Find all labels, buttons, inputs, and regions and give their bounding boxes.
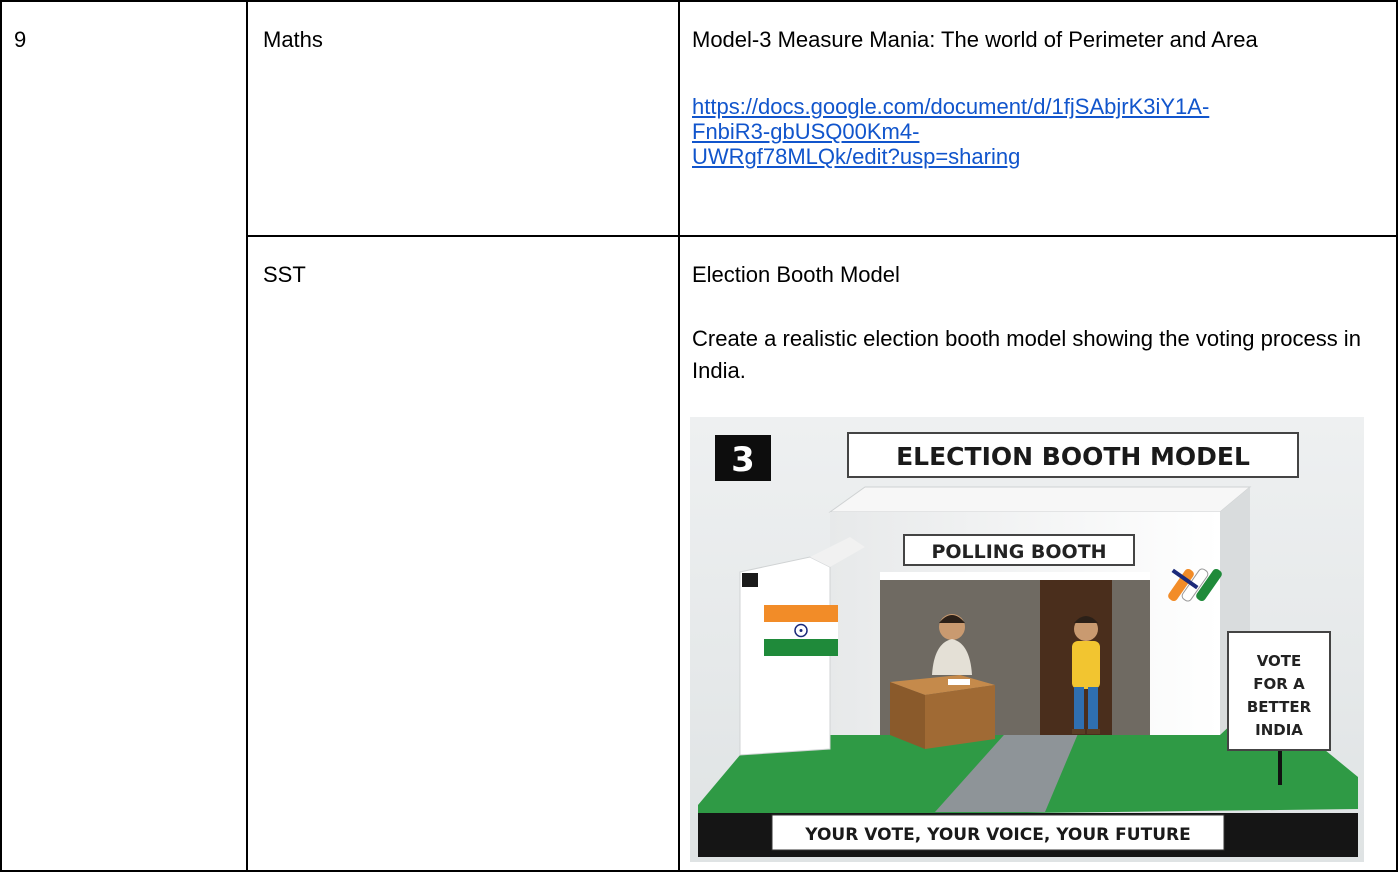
polling-booth-sign-text: POLLING BOOTH bbox=[931, 541, 1106, 563]
booth-roof bbox=[828, 486, 1252, 513]
papers bbox=[948, 679, 970, 685]
row-divider bbox=[246, 235, 1398, 237]
india-flag-icon bbox=[764, 605, 838, 656]
sst-model-title: Election Booth Model bbox=[692, 262, 900, 287]
slogan-text: YOUR VOTE, YOUR VOICE, YOUR FUTURE bbox=[804, 825, 1190, 845]
vote-sign-line-2: FOR A bbox=[1253, 675, 1305, 693]
voter-leg-left bbox=[1074, 687, 1084, 731]
vote-sign-line-3: BETTER bbox=[1247, 698, 1312, 716]
column-divider-2 bbox=[678, 0, 680, 872]
vote-sign-line-1: VOTE bbox=[1257, 652, 1302, 670]
voter-shirt bbox=[1072, 641, 1100, 689]
maths-doc-link[interactable]: https://docs.google.com/document/d/1fjSA… bbox=[692, 94, 1392, 169]
document-table: 9 Maths Model-3 Measure Mania: The world… bbox=[0, 0, 1398, 872]
link-line-1[interactable]: https://docs.google.com/document/d/1fjSA… bbox=[692, 94, 1209, 119]
sst-model-description: Create a realistic election booth model … bbox=[692, 326, 1361, 383]
column-divider-1 bbox=[246, 0, 248, 872]
table-border-left bbox=[0, 0, 2, 872]
row-number: 9 bbox=[14, 27, 27, 52]
election-booth-photo: 3 ELECTION BOOTH MODEL YOUR VOTE, YOUR V… bbox=[690, 417, 1364, 862]
number-badge-text: 3 bbox=[731, 440, 755, 480]
entrance-lintel bbox=[880, 572, 1150, 580]
subject-sst: SST bbox=[263, 262, 306, 287]
link-line-3[interactable]: UWRgf78MLQk/edit?usp=sharing bbox=[692, 144, 1020, 169]
vote-sign-line-4: INDIA bbox=[1255, 721, 1303, 739]
voter-leg-right bbox=[1088, 687, 1098, 731]
table-border-top bbox=[0, 0, 1398, 2]
banner-text: ELECTION BOOTH MODEL bbox=[896, 442, 1250, 471]
link-line-2[interactable]: FnbiR3-gbUSQ00Km4- bbox=[692, 119, 919, 144]
subject-maths: Maths bbox=[263, 27, 323, 52]
maths-model-title: Model-3 Measure Mania: The world of Peri… bbox=[692, 27, 1258, 52]
desk-front bbox=[925, 685, 995, 749]
pillar-plaque bbox=[742, 573, 758, 587]
election-booth-illustration: 3 ELECTION BOOTH MODEL YOUR VOTE, YOUR V… bbox=[690, 417, 1364, 862]
